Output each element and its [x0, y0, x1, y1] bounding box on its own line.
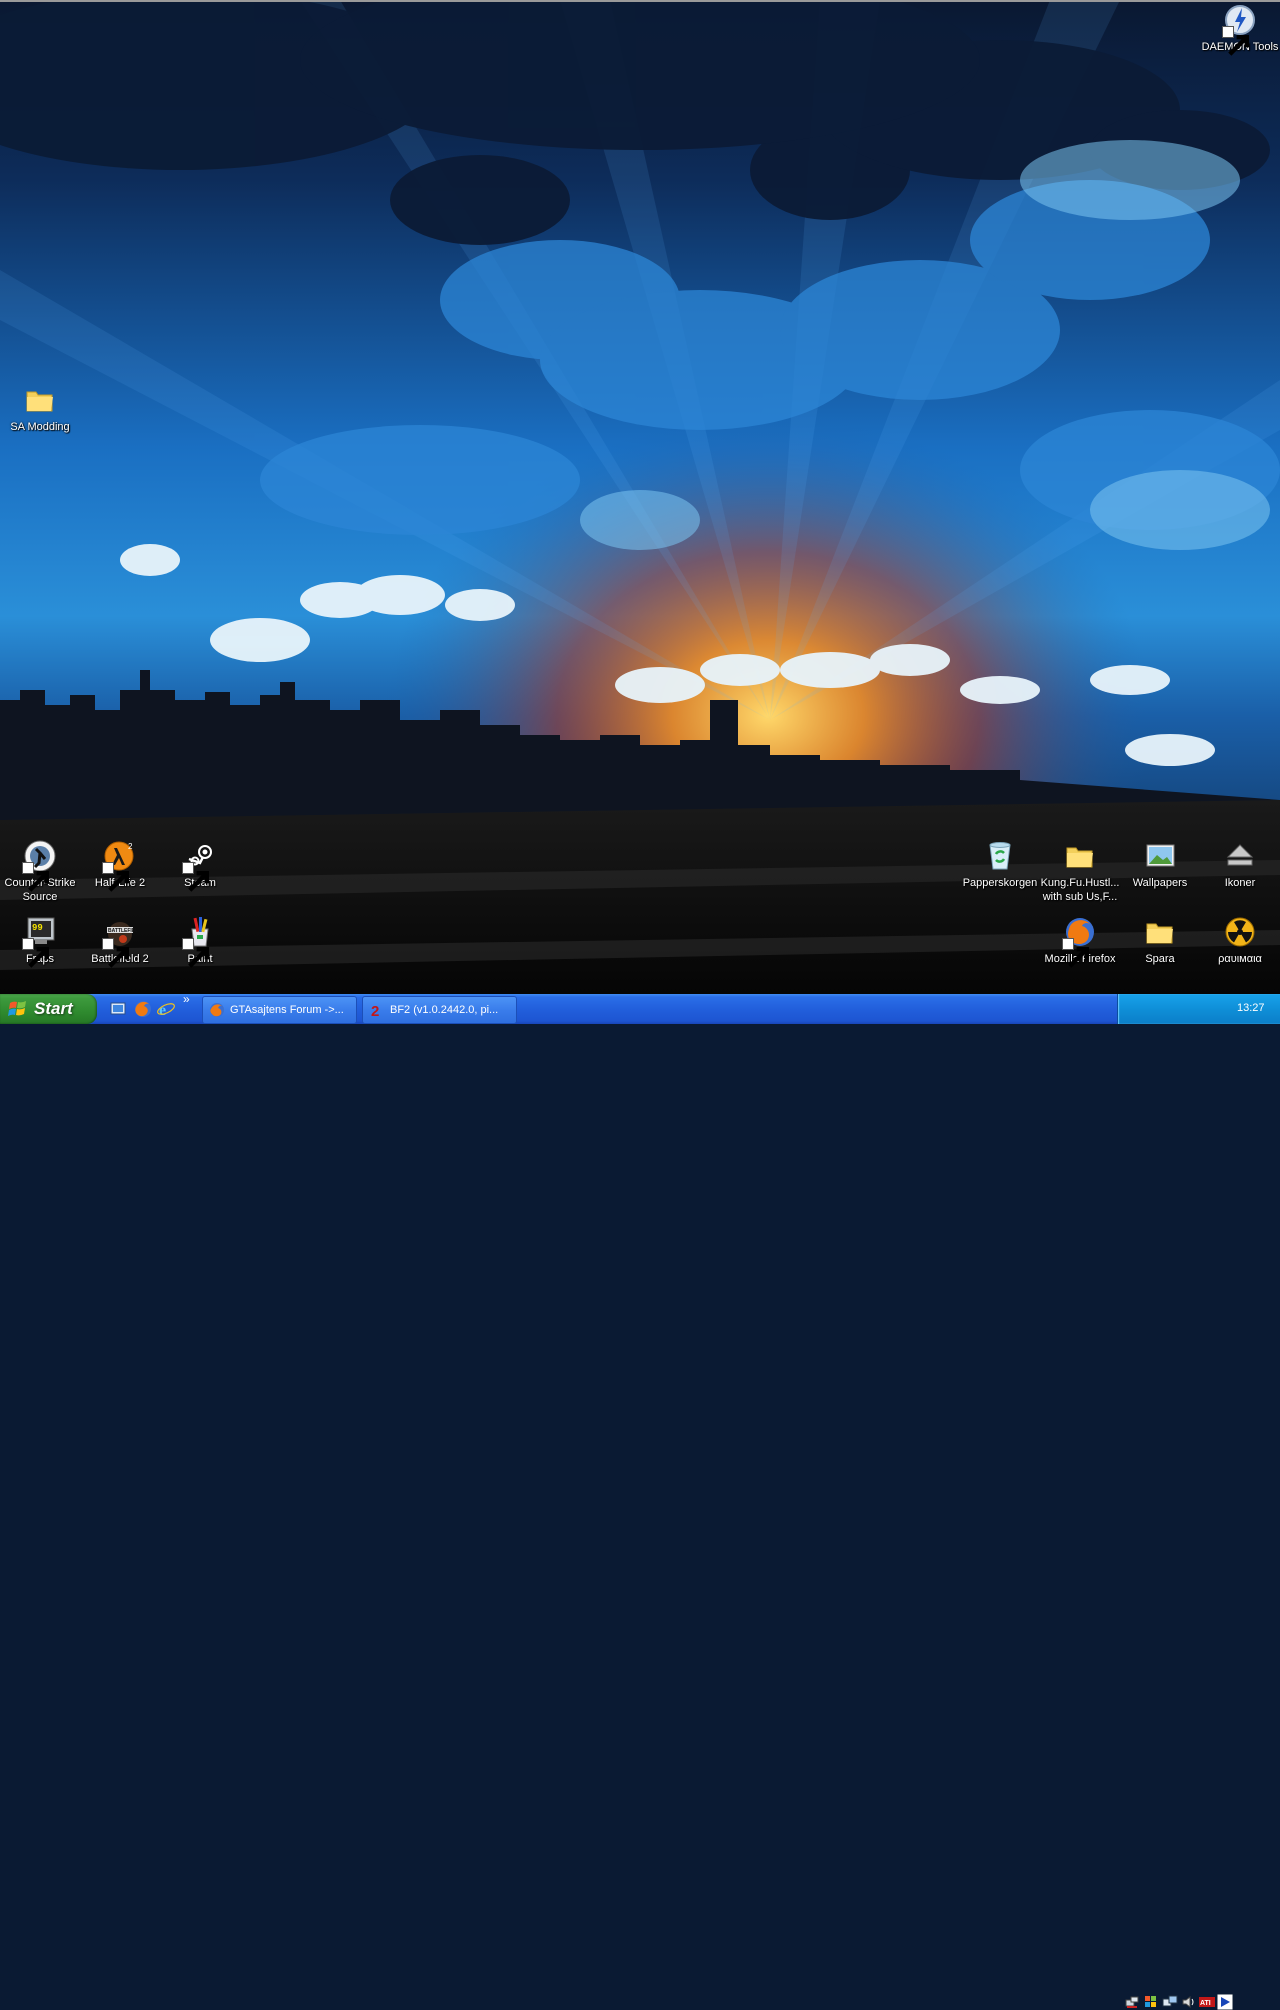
svg-text:99: 99: [32, 923, 43, 933]
desktop-icon-daemon-tools[interactable]: DAEMON Tools: [1199, 3, 1280, 56]
taskbar-button-title: BF2 (v1.0.2442.0, pi...: [390, 1004, 499, 1016]
svg-text:BATTLEFIELD: BATTLEFIELD: [108, 928, 137, 934]
svg-text:ATI: ATI: [1200, 2000, 1211, 2007]
eject-icon: [1223, 839, 1257, 873]
desktop-icon-label: SA Modding: [10, 421, 70, 433]
desktop-icon-kung-fu-folder[interactable]: Kung.Fu.Hustl... with sub Us,F...: [1039, 839, 1121, 904]
start-button[interactable]: Start: [0, 994, 97, 1024]
desktop-icon-counter-strike[interactable]: Counter-Strike Source: [0, 839, 81, 904]
desktop-icon-recycle-bin[interactable]: Papperskorgen: [959, 839, 1041, 890]
tray-clock[interactable]: 13:27: [1237, 1002, 1265, 1014]
desktop-icon-label: Ikoner: [1224, 877, 1256, 889]
folder-icon: [1063, 839, 1097, 873]
counter-strike-icon: [22, 839, 57, 892]
folder-icon: [23, 383, 57, 417]
desktop-icon-label: Kung.Fu.Hustl... with sub Us,F...: [1040, 877, 1120, 903]
tray-windows-flag-icon[interactable]: [1143, 1994, 1159, 2010]
desktop-icon-label: ραυιмαια: [1218, 953, 1262, 965]
bf2-icon: 2: [369, 1002, 385, 1018]
paint-icon: [182, 915, 217, 968]
firefox-icon: [135, 1001, 151, 1017]
shortcut-arrow-icon: [102, 938, 130, 968]
daemon-tools-icon: [1222, 3, 1257, 56]
desktop-icon-label: Wallpapers: [1132, 877, 1188, 889]
shortcut-arrow-icon: [102, 862, 130, 892]
shortcut-arrow-icon: [1222, 26, 1250, 56]
desktop-icon-label: Spara: [1145, 953, 1175, 965]
svg-text:2: 2: [128, 842, 133, 851]
show-desktop-icon: [110, 1002, 126, 1015]
windows-logo-icon: [8, 1001, 26, 1016]
fraps-icon: 99: [22, 915, 57, 968]
desktop-icon-ikoner[interactable]: Ikoner: [1199, 839, 1280, 890]
taskbar-button-forum[interactable]: GTAsajtens Forum ->...: [202, 996, 357, 1024]
internet-explorer-icon: e: [157, 1002, 175, 1019]
shortcut-arrow-icon: [22, 862, 50, 892]
desktop-icon-firefox[interactable]: Mozilla Firefox: [1039, 915, 1121, 968]
desktop-icon-wallpapers[interactable]: Wallpapers: [1119, 839, 1201, 890]
tray-media-player-icon[interactable]: [1217, 1994, 1233, 2010]
desktop-icon-paint[interactable]: Paint: [159, 915, 241, 968]
picture-folder-icon: [1143, 839, 1177, 873]
desktop-icon-steam[interactable]: Steam: [159, 839, 241, 892]
shortcut-arrow-icon: [22, 938, 50, 968]
half-life-icon: 2: [102, 839, 137, 892]
radiation-icon: [1223, 915, 1257, 949]
tray-network-icon[interactable]: [1124, 1994, 1140, 2010]
battlefield-icon: BATTLEFIELD: [102, 915, 137, 968]
firefox-icon: [209, 1002, 225, 1018]
desktop-icon-sa-modding[interactable]: SA Modding: [0, 383, 81, 434]
quicklaunch-firefox[interactable]: [133, 999, 153, 1019]
desktop-icon-half-life[interactable]: 2 Half-Life 2: [79, 839, 161, 892]
quicklaunch-more-chevron[interactable]: »: [183, 992, 190, 1006]
recycle-bin-icon: [983, 839, 1017, 873]
steam-icon: [182, 839, 217, 892]
desktop-icon-battlefield[interactable]: BATTLEFIELD Battlefield 2: [79, 915, 161, 968]
folder-icon: [1143, 915, 1177, 949]
tray-monitors-icon[interactable]: [1162, 1994, 1178, 2010]
quicklaunch-show-desktop[interactable]: [108, 999, 128, 1019]
start-label: Start: [34, 999, 73, 1018]
taskbar-button-title: GTAsajtens Forum ->...: [230, 1004, 344, 1016]
taskbar-button-bf2[interactable]: 2 BF2 (v1.0.2442.0, pi...: [362, 996, 517, 1024]
desktop-icon-radiation[interactable]: ραυιмαια: [1199, 915, 1280, 966]
tray-speaker-icon[interactable]: [1181, 1994, 1197, 2010]
firefox-icon: [1062, 915, 1097, 968]
quicklaunch-internet-explorer[interactable]: e: [156, 999, 176, 1019]
svg-text:2: 2: [371, 1003, 379, 1018]
window-top-edge: [0, 0, 1280, 2]
desktop-icon-fraps[interactable]: 99 Fraps: [0, 915, 81, 968]
desktop-icon-spara[interactable]: Spara: [1119, 915, 1201, 966]
desktop-icon-label: Papperskorgen: [962, 877, 1038, 889]
tray-ati-icon[interactable]: ATI: [1199, 1994, 1215, 2010]
desktop[interactable]: DAEMON Tools SA Modding Counter-Strike S…: [0, 0, 1280, 994]
taskbar: Start e » GTAsajtens Forum ->... 2 BF2 (…: [0, 992, 1280, 2010]
shortcut-arrow-icon: [182, 862, 210, 892]
shortcut-arrow-icon: [182, 938, 210, 968]
shortcut-arrow-icon: [1062, 938, 1090, 968]
